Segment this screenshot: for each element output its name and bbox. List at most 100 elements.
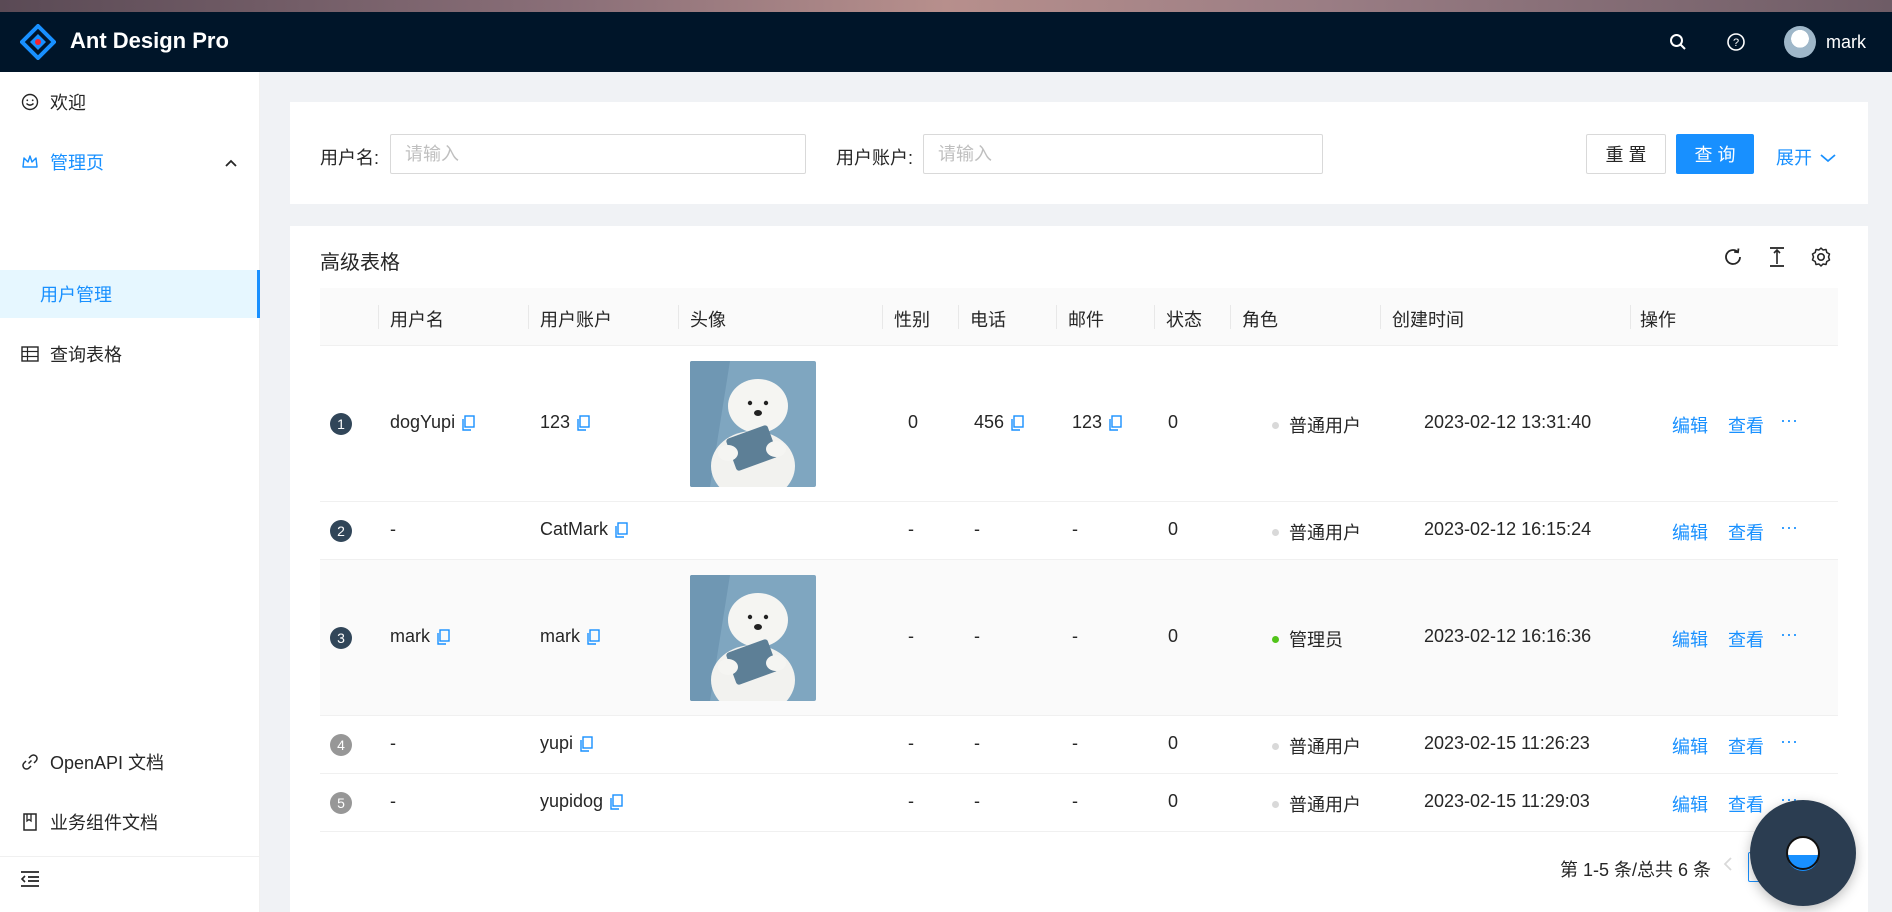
edit-link[interactable]: 编辑 — [1672, 412, 1708, 438]
view-link[interactable]: 查看 — [1728, 412, 1764, 438]
brand-title[interactable]: Ant Design Pro — [70, 28, 229, 54]
table-row: 4 - yupi - - - 0 普通用户 2023-02-15 11:26:2… — [320, 716, 1838, 774]
view-link[interactable]: 查看 — [1728, 626, 1764, 652]
chevron-down-icon — [1820, 147, 1836, 168]
more-icon[interactable]: ··· — [1780, 517, 1798, 538]
table-row: 1 dogYupi 123 0 456 123 0 普通用户 2023-02-1… — [320, 346, 1838, 502]
density-icon[interactable] — [1764, 244, 1790, 270]
edit-link[interactable]: 编辑 — [1672, 626, 1708, 652]
column-header-actions: 操作 — [1640, 310, 1676, 330]
expand-button[interactable]: 展开 — [1776, 144, 1836, 170]
sidebar-item-admin[interactable]: 管理页 — [0, 138, 260, 186]
column-header-role[interactable]: 角色 — [1242, 306, 1278, 332]
gender-cell: - — [908, 733, 914, 753]
browser-strip — [0, 0, 1892, 12]
sidebar-item-openapi[interactable]: OpenAPI 文档 — [0, 738, 260, 786]
column-header-gender[interactable]: 性别 — [894, 306, 930, 332]
menu-fold-icon[interactable] — [20, 870, 42, 892]
top-header: Ant Design Pro ? mark — [0, 12, 1892, 72]
search-icon[interactable] — [1666, 30, 1690, 54]
copy-icon[interactable] — [461, 414, 475, 431]
username-cell: - — [390, 791, 396, 811]
copy-icon[interactable] — [576, 414, 590, 431]
column-divider — [1056, 305, 1057, 329]
table-row: 5 - yupidog - - - 0 普通用户 2023-02-15 11:2… — [320, 774, 1838, 832]
table-card: 高级表格 用户名 用户账户 头像 性别 电话 邮件 状态 角色 创建时间 操作 … — [290, 226, 1868, 912]
account-cell: yupi — [540, 733, 593, 754]
gender-cell: - — [908, 791, 914, 811]
username-input[interactable] — [390, 134, 806, 174]
column-header-avatar[interactable]: 头像 — [690, 306, 726, 332]
search-form: 用户名: 用户账户: 重 置 查 询 展开 — [290, 102, 1868, 204]
edit-link[interactable]: 编辑 — [1672, 519, 1708, 545]
table-icon — [20, 344, 40, 364]
avatar-image[interactable] — [690, 361, 816, 487]
more-icon[interactable]: ··· — [1780, 731, 1798, 752]
status-dot — [1272, 421, 1279, 429]
account-cell: CatMark — [540, 519, 628, 540]
sidebar-item-welcome[interactable]: 欢迎 — [0, 78, 260, 126]
floating-assistant-button[interactable] — [1750, 800, 1856, 906]
status-dot — [1272, 635, 1279, 643]
column-header-created[interactable]: 创建时间 — [1392, 306, 1464, 332]
phone-cell: - — [974, 626, 980, 646]
column-header-email[interactable]: 邮件 — [1068, 306, 1104, 332]
pagination-summary: 第 1-5 条/总共 6 条 — [1560, 860, 1712, 880]
status-cell: 0 — [1168, 791, 1179, 811]
reset-button[interactable]: 重 置 — [1586, 134, 1666, 174]
account-input[interactable] — [923, 134, 1323, 174]
copy-icon[interactable] — [609, 793, 623, 810]
edit-link[interactable]: 编辑 — [1672, 791, 1708, 817]
more-icon[interactable]: ··· — [1780, 410, 1798, 431]
username-cell: - — [390, 733, 396, 753]
email-cell: - — [1072, 626, 1078, 646]
view-link[interactable]: 查看 — [1728, 519, 1764, 545]
avatar[interactable] — [1784, 26, 1816, 58]
username-label: 用户名: — [320, 148, 380, 168]
sidebar-item-label: 用户管理 — [40, 285, 112, 305]
copy-icon[interactable] — [1010, 414, 1024, 431]
column-divider — [1630, 305, 1631, 329]
gender-cell: - — [908, 519, 914, 539]
column-divider — [1154, 305, 1155, 329]
copy-icon[interactable] — [1108, 414, 1122, 431]
query-button[interactable]: 查 询 — [1676, 134, 1754, 174]
column-header-username[interactable]: 用户名 — [390, 306, 444, 332]
view-link[interactable]: 查看 — [1728, 791, 1764, 817]
sidebar-divider — [0, 856, 260, 857]
sidebar-item-label: OpenAPI 文档 — [50, 753, 165, 773]
column-header-account[interactable]: 用户账户 — [540, 306, 612, 332]
created-cell: 2023-02-12 13:31:40 — [1424, 412, 1592, 432]
view-link[interactable]: 查看 — [1728, 733, 1764, 759]
copy-icon[interactable] — [614, 521, 628, 538]
role-cell: 普通用户 — [1272, 519, 1361, 545]
table-row: 3 mark mark - - - 0 管理员 2023-02-12 16:16… — [320, 560, 1838, 716]
email-cell: - — [1072, 519, 1078, 539]
edit-link[interactable]: 编辑 — [1672, 733, 1708, 759]
sidebar-item-user-management[interactable]: 用户管理 — [0, 270, 260, 318]
status-dot — [1272, 800, 1279, 808]
column-divider — [882, 305, 883, 329]
copy-icon[interactable] — [579, 735, 593, 752]
column-header-phone[interactable]: 电话 — [970, 306, 1006, 332]
account-cell: 123 — [540, 412, 590, 433]
reload-icon[interactable] — [1720, 244, 1746, 270]
phone-cell: - — [974, 733, 980, 753]
sidebar-item-query-table[interactable]: 查询表格 — [0, 330, 260, 378]
copy-icon[interactable] — [586, 628, 600, 645]
row-index: 2 — [330, 520, 352, 542]
created-cell: 2023-02-12 16:16:36 — [1424, 626, 1592, 646]
row-index: 3 — [330, 627, 352, 649]
help-icon[interactable]: ? — [1724, 30, 1748, 54]
column-header-status[interactable]: 状态 — [1166, 306, 1202, 332]
setting-icon[interactable] — [1808, 244, 1834, 270]
more-icon[interactable]: ··· — [1780, 624, 1798, 645]
user-name[interactable]: mark — [1826, 32, 1866, 53]
column-divider — [1380, 305, 1381, 329]
copy-icon[interactable] — [436, 628, 450, 645]
sidebar-item-component-docs[interactable]: 业务组件文档 — [0, 798, 260, 846]
prev-page-icon[interactable] — [1722, 856, 1734, 877]
created-cell: 2023-02-15 11:26:23 — [1424, 733, 1590, 753]
avatar-image[interactable] — [690, 575, 816, 701]
logo-icon[interactable] — [20, 24, 56, 60]
